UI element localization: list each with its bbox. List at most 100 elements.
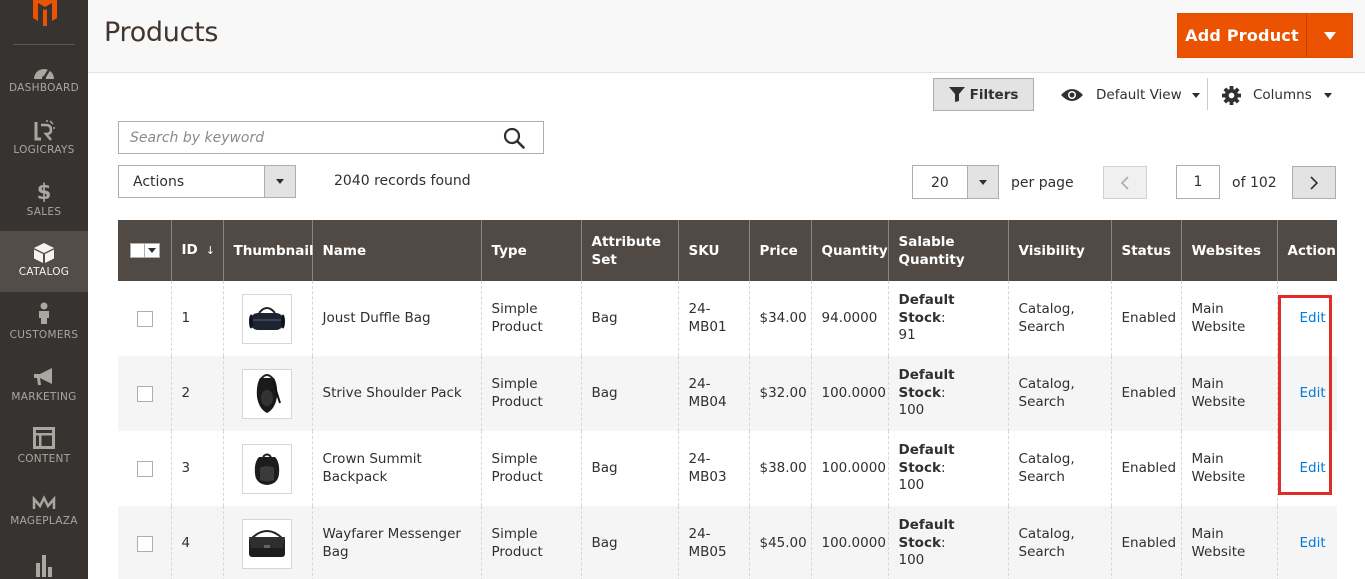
search-icon[interactable] — [503, 127, 525, 149]
cell-id: 3 — [170, 431, 223, 506]
logicrays-icon — [32, 119, 56, 143]
mass-select-toggle[interactable] — [144, 244, 159, 257]
mass-actions-dropdown[interactable]: Actions — [118, 165, 296, 198]
cell-visibility: Catalog, Search — [1007, 506, 1111, 579]
sidebar-item-label: CONTENT — [17, 453, 71, 465]
cell-action: Edit — [1276, 281, 1337, 356]
cell-id: 2 — [170, 356, 223, 431]
cell-action: Edit — [1276, 356, 1337, 431]
column-header-sku[interactable]: SKU — [677, 220, 749, 281]
actions-toggle[interactable] — [264, 166, 295, 197]
filters-button[interactable]: Filters — [933, 78, 1034, 111]
column-header-salable-quantity: Salable Quantity — [887, 220, 1008, 281]
magento-logo-icon[interactable] — [31, 0, 59, 27]
column-header-name[interactable]: Name — [311, 220, 481, 281]
sidebar-item-label: CUSTOMERS — [9, 329, 79, 341]
cell-visibility: Catalog, Search — [1007, 431, 1111, 506]
per-page-select[interactable]: 20 — [912, 165, 999, 199]
table-row[interactable]: 2 Strive Shoulder Pack Simple Product Ba… — [118, 356, 1337, 431]
salable-stock-value: 100 — [898, 552, 925, 569]
add-product-button[interactable]: Add Product — [1177, 13, 1353, 58]
cell-type: Simple Product — [480, 431, 581, 506]
cell-attribute-set: Bag — [580, 281, 678, 356]
sidebar-item-dashboard[interactable]: DASHBOARD — [0, 55, 88, 117]
eye-icon — [1061, 89, 1083, 101]
sidebar-item-logicrays[interactable]: LOGICRAYS — [0, 117, 88, 179]
row-checkbox[interactable] — [137, 460, 153, 477]
edit-link[interactable]: Edit — [1288, 535, 1326, 551]
row-checkbox[interactable] — [137, 310, 153, 327]
edit-link[interactable]: Edit — [1288, 310, 1326, 326]
column-header-price[interactable]: Price — [748, 220, 811, 281]
cell-status: Enabled — [1110, 356, 1181, 431]
shoulder-pack-image — [256, 373, 281, 413]
cell-websites: Main Website — [1180, 506, 1277, 579]
salable-stock-value: 100 — [898, 402, 925, 419]
edit-link[interactable]: Edit — [1288, 460, 1326, 476]
product-thumbnail[interactable] — [241, 443, 292, 494]
columns-selector[interactable]: Columns — [1222, 82, 1332, 108]
duffle-bag-image — [248, 306, 285, 330]
person-icon — [32, 301, 56, 325]
sidebar-item-content[interactable]: CONTENT — [0, 427, 88, 489]
filter-icon — [948, 87, 965, 102]
product-thumbnail[interactable] — [241, 518, 292, 569]
cell-price: $34.00 — [748, 281, 811, 356]
column-header-attribute-set[interactable]: Attribute Set — [580, 220, 678, 281]
search-input[interactable] — [119, 122, 499, 153]
sidebar-item-label: CATALOG — [18, 266, 70, 278]
column-header-id[interactable]: ID ↓ — [170, 220, 223, 281]
cell-price: $45.00 — [748, 506, 811, 579]
table-row[interactable]: 4 Wayfarer Messenger Bag Simple Product … — [118, 506, 1337, 579]
current-page-input[interactable] — [1176, 165, 1220, 199]
backpack-image — [254, 453, 279, 485]
column-header-action: Action — [1276, 220, 1337, 281]
add-product-dropdown-toggle[interactable] — [1307, 14, 1352, 57]
cell-salable-quantity: Default Stock: 91 — [887, 281, 1008, 356]
column-header-websites[interactable]: Websites — [1180, 220, 1277, 281]
product-thumbnail[interactable] — [241, 368, 292, 419]
caret-down-icon — [276, 179, 284, 184]
row-checkbox[interactable] — [137, 385, 153, 402]
table-row[interactable]: 3 Crown Summit Backpack Simple Product B… — [118, 431, 1337, 506]
sidebar-item-reports[interactable] — [0, 551, 88, 579]
row-select-cell — [118, 356, 171, 431]
cell-websites: Main Website — [1180, 356, 1277, 431]
per-page-toggle[interactable] — [967, 166, 998, 198]
column-header-type[interactable]: Type — [480, 220, 581, 281]
previous-page-button[interactable] — [1103, 166, 1147, 199]
salable-stock-label: Default Stock — [898, 442, 955, 476]
column-header-quantity[interactable]: Quantity — [810, 220, 888, 281]
column-header-visibility[interactable]: Visibility — [1007, 220, 1111, 281]
edit-link[interactable]: Edit — [1288, 385, 1326, 401]
cell-thumbnail — [222, 506, 312, 579]
column-header-status[interactable]: Status — [1110, 220, 1181, 281]
cell-visibility: Catalog, Search — [1007, 281, 1111, 356]
row-select-cell — [118, 281, 171, 356]
cell-salable-quantity: Default Stock: 100 — [887, 356, 1008, 431]
product-thumbnail[interactable] — [241, 293, 292, 344]
salable-stock-label: Default Stock — [898, 367, 955, 401]
cell-price: $38.00 — [748, 431, 811, 506]
sidebar-item-catalog[interactable]: CATALOG — [0, 231, 88, 292]
table-row[interactable]: 1 Joust Duffle Bag Simple Product Bag 24… — [118, 281, 1337, 356]
cell-sku: 24-MB05 — [677, 506, 749, 579]
sidebar-item-marketing[interactable]: MARKETING — [0, 365, 88, 427]
default-view-selector[interactable]: Default View — [1060, 82, 1200, 108]
column-label: ID — [181, 242, 198, 258]
add-product-label[interactable]: Add Product — [1178, 14, 1306, 57]
chevron-right-icon — [1310, 175, 1318, 190]
page-header: Products Add Product — [88, 0, 1365, 73]
mass-select-checkbox[interactable] — [130, 243, 160, 258]
cell-thumbnail — [222, 431, 312, 506]
next-page-button[interactable] — [1292, 166, 1336, 199]
cell-type: Simple Product — [480, 281, 581, 356]
row-checkbox[interactable] — [137, 535, 153, 552]
cell-action: Edit — [1276, 506, 1337, 579]
sidebar-item-mageplaza[interactable]: MAGEPLAZA — [0, 489, 88, 551]
cell-quantity: 94.0000 — [810, 281, 888, 356]
bar-chart-icon — [32, 553, 56, 577]
default-view-label: Default View — [1096, 87, 1182, 103]
column-header-thumbnail: Thumbnail — [222, 220, 314, 281]
sidebar-item-customers[interactable]: CUSTOMERS — [0, 301, 88, 365]
